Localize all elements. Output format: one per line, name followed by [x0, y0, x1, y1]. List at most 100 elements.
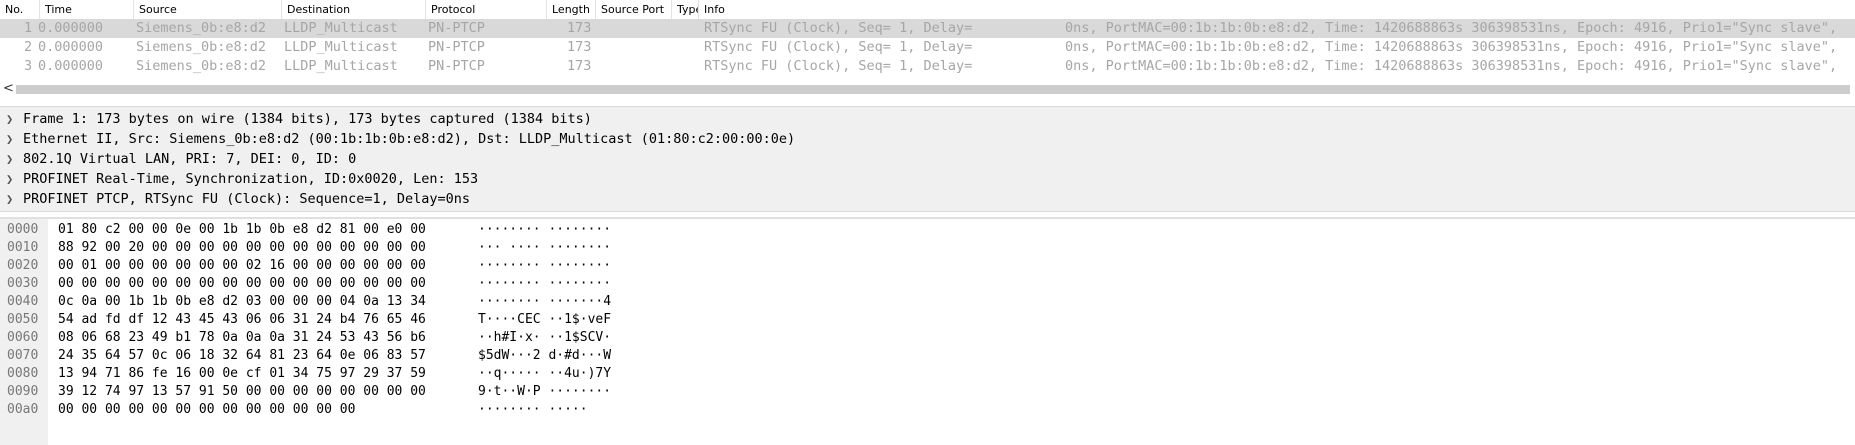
bytes-offset: 0080 [7, 366, 39, 381]
chevron-right-icon[interactable]: ❯ [6, 149, 13, 169]
packet-no: 2 [24, 39, 33, 55]
bytes-offset: 0020 [7, 258, 39, 273]
packet-info-detail: 0ns, PortMAC=00:1b:1b:0b:e8:d2, Time: 14… [1065, 20, 1838, 36]
bytes-offset: 0090 [7, 384, 39, 399]
bytes-hex[interactable]: 88 92 00 20 00 00 00 00 00 00 00 00 00 0… [58, 239, 426, 257]
chevron-right-icon[interactable]: ❯ [6, 169, 13, 189]
bytes-ascii[interactable]: T····CEC ··1$·veF [478, 311, 611, 329]
bytes-hex[interactable]: 0c 0a 00 1b 1b 0b e8 d2 03 00 00 00 04 0… [58, 293, 426, 311]
packet-destination: LLDP_Multicast [284, 58, 398, 74]
column-header-protocol[interactable]: Protocol [426, 0, 547, 19]
bytes-ascii[interactable]: $5dW···2 d·#d···W [478, 347, 611, 365]
bytes-offset: 0000 [7, 222, 39, 237]
bytes-row: 0070 24 35 64 57 0c 06 18 32 64 81 23 64… [0, 347, 1855, 365]
bytes-hex[interactable]: 00 00 00 00 00 00 00 00 00 00 00 00 00 0… [58, 275, 426, 293]
column-header-type[interactable]: Type [672, 0, 699, 19]
bytes-hex[interactable]: 54 ad fd df 12 43 45 43 06 06 31 24 b4 7… [58, 311, 426, 329]
packet-details-pane: ❯ Frame 1: 173 bytes on wire (1384 bits)… [0, 106, 1855, 212]
packet-info-summary: RTSync FU (Clock), Seq= 1, Delay= [704, 39, 973, 55]
packet-source: Siemens_0b:e8:d2 [136, 20, 267, 36]
bytes-ascii[interactable]: 9·t··W·P ········ [478, 383, 611, 401]
detail-tree-item[interactable]: ❯ Ethernet II, Src: Siemens_0b:e8:d2 (00… [0, 129, 1855, 149]
column-header-source[interactable]: Source [134, 0, 282, 19]
packet-time: 0.000000 [38, 39, 104, 55]
packet-length: 173 [567, 20, 592, 36]
bytes-offset: 0040 [7, 294, 39, 309]
bytes-hex[interactable]: 01 80 c2 00 00 0e 00 1b 1b 0b e8 d2 81 0… [58, 221, 426, 239]
detail-tree-item[interactable]: ❯ PROFINET PTCP, RTSync FU (Clock): Sequ… [0, 189, 1855, 209]
bytes-row: 0030 00 00 00 00 00 00 00 00 00 00 00 00… [0, 275, 1855, 293]
column-header-info[interactable]: Info [699, 0, 1855, 19]
packet-source: Siemens_0b:e8:d2 [136, 39, 267, 55]
detail-tree-label: PROFINET PTCP, RTSync FU (Clock): Sequen… [23, 191, 471, 207]
packet-length: 173 [567, 58, 592, 74]
chevron-right-icon[interactable]: ❯ [6, 109, 13, 129]
bytes-offset: 00a0 [7, 402, 39, 417]
bytes-ascii[interactable]: ········ ········ [478, 275, 611, 293]
bytes-hex[interactable]: 39 12 74 97 13 57 91 50 00 00 00 00 00 0… [58, 383, 426, 401]
packet-info-summary: RTSync FU (Clock), Seq= 1, Delay= [704, 20, 973, 36]
bytes-row: 0090 39 12 74 97 13 57 91 50 00 00 00 00… [0, 383, 1855, 401]
packet-protocol: PN-PTCP [428, 20, 485, 36]
packet-protocol: PN-PTCP [428, 39, 485, 55]
packet-row[interactable]: 3 0.000000 Siemens_0b:e8:d2 LLDP_Multica… [0, 57, 1855, 76]
detail-tree-label: Ethernet II, Src: Siemens_0b:e8:d2 (00:1… [23, 131, 796, 147]
bytes-row: 0060 08 06 68 23 49 b1 78 0a 0a 0a 31 24… [0, 329, 1855, 347]
packet-source: Siemens_0b:e8:d2 [136, 58, 267, 74]
bytes-ascii[interactable]: ········ ····· [478, 401, 588, 419]
bytes-row: 0040 0c 0a 00 1b 1b 0b e8 d2 03 00 00 00… [0, 293, 1855, 311]
bytes-row: 0080 13 94 71 86 fe 16 00 0e cf 01 34 75… [0, 365, 1855, 383]
packet-list-hscrollbar[interactable]: < [0, 81, 1855, 97]
bytes-row: 0050 54 ad fd df 12 43 45 43 06 06 31 24… [0, 311, 1855, 329]
packet-destination: LLDP_Multicast [284, 20, 398, 36]
column-header-length[interactable]: Length [547, 0, 596, 19]
bytes-offset: 0060 [7, 330, 39, 345]
detail-tree-label: Frame 1: 173 bytes on wire (1384 bits), … [23, 111, 592, 127]
bytes-hex[interactable]: 08 06 68 23 49 b1 78 0a 0a 0a 31 24 53 4… [58, 329, 426, 347]
column-header-no[interactable]: No. [0, 0, 40, 19]
bytes-row: 0000 01 80 c2 00 00 0e 00 1b 1b 0b e8 d2… [0, 221, 1855, 239]
packet-row[interactable]: 1 0.000000 Siemens_0b:e8:d2 LLDP_Multica… [0, 19, 1855, 38]
detail-tree-item[interactable]: ❯ Frame 1: 173 bytes on wire (1384 bits)… [0, 109, 1855, 129]
bytes-hex[interactable]: 13 94 71 86 fe 16 00 0e cf 01 34 75 97 2… [58, 365, 426, 383]
packet-list-header: No. Time Source Destination Protocol Len… [0, 0, 1855, 20]
bytes-ascii[interactable]: ········ ·······4 [478, 293, 611, 311]
bytes-hex[interactable]: 24 35 64 57 0c 06 18 32 64 81 23 64 0e 0… [58, 347, 426, 365]
packet-row[interactable]: 2 0.000000 Siemens_0b:e8:d2 LLDP_Multica… [0, 38, 1855, 57]
packet-info-detail: 0ns, PortMAC=00:1b:1b:0b:e8:d2, Time: 14… [1065, 39, 1838, 55]
packet-no: 3 [24, 58, 33, 74]
column-header-source-port[interactable]: Source Port [596, 0, 672, 19]
chevron-right-icon[interactable]: ❯ [6, 129, 13, 149]
bytes-row: 00a0 00 00 00 00 00 00 00 00 00 00 00 00… [0, 401, 1855, 419]
column-header-destination[interactable]: Destination [282, 0, 426, 19]
chevron-right-icon[interactable]: ❯ [6, 189, 13, 209]
bytes-ascii[interactable]: ··q····· ··4u·)7Y [478, 365, 611, 383]
detail-tree-label: 802.1Q Virtual LAN, PRI: 7, DEI: 0, ID: … [23, 151, 357, 167]
packet-bytes-pane[interactable]: 0000 01 80 c2 00 00 0e 00 1b 1b 0b e8 d2… [0, 217, 1855, 445]
detail-tree-item[interactable]: ❯ 802.1Q Virtual LAN, PRI: 7, DEI: 0, ID… [0, 149, 1855, 169]
bytes-ascii[interactable]: ··· ···· ········ [478, 239, 611, 257]
packet-no: 1 [24, 20, 33, 36]
bytes-ascii[interactable]: ········ ········ [478, 257, 611, 275]
bytes-hex[interactable]: 00 01 00 00 00 00 00 00 02 16 00 00 00 0… [58, 257, 426, 275]
bytes-ascii[interactable]: ··h#I·x· ··1$SCV· [478, 329, 611, 347]
scrollbar-thumb[interactable] [16, 85, 1850, 94]
detail-tree-label: PROFINET Real-Time, Synchronization, ID:… [23, 171, 479, 187]
packet-info-summary: RTSync FU (Clock), Seq= 1, Delay= [704, 58, 973, 74]
bytes-offset: 0050 [7, 312, 39, 327]
bytes-hex[interactable]: 00 00 00 00 00 00 00 00 00 00 00 00 00 [58, 401, 355, 419]
packet-list-pane: No. Time Source Destination Protocol Len… [0, 0, 1855, 97]
bytes-offset: 0030 [7, 276, 39, 291]
packet-info-detail: 0ns, PortMAC=00:1b:1b:0b:e8:d2, Time: 14… [1065, 58, 1838, 74]
bytes-ascii[interactable]: ········ ········ [478, 221, 611, 239]
bytes-offset: 0010 [7, 240, 39, 255]
scroll-left-icon[interactable]: < [3, 81, 14, 96]
bytes-row: 0020 00 01 00 00 00 00 00 00 02 16 00 00… [0, 257, 1855, 275]
packet-protocol: PN-PTCP [428, 58, 485, 74]
detail-tree-item[interactable]: ❯ PROFINET Real-Time, Synchronization, I… [0, 169, 1855, 189]
packet-time: 0.000000 [38, 20, 104, 36]
bytes-offset: 0070 [7, 348, 39, 363]
packet-length: 173 [567, 39, 592, 55]
column-header-time[interactable]: Time [40, 0, 134, 19]
bytes-row: 0010 88 92 00 20 00 00 00 00 00 00 00 00… [0, 239, 1855, 257]
